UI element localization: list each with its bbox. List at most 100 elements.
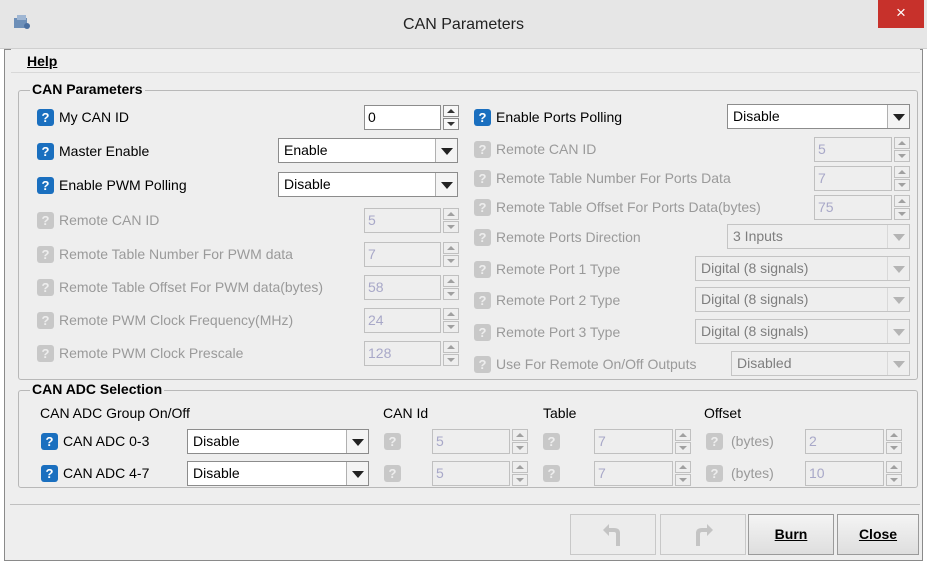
spinner-up-icon <box>886 429 902 441</box>
adc-row-bytes-label: (bytes) <box>731 433 774 449</box>
close-button[interactable]: Close <box>837 514 919 555</box>
ports-remote-offset-label: Remote Table Offset For Ports Data(bytes… <box>496 199 761 215</box>
enable-pwm-polling-select[interactable]: Disable <box>278 172 458 197</box>
help-icon[interactable]: ? <box>41 465 58 482</box>
help-icon: ? <box>474 324 491 341</box>
pwm-clock-prescale-label: Remote PWM Clock Prescale <box>59 345 244 361</box>
spinner-up-icon <box>512 429 528 441</box>
ports-remote-table-label: Remote Table Number For Ports Data <box>496 170 731 186</box>
my-can-id-spinner[interactable]: 0 <box>364 105 459 130</box>
port3-type-select: Digital (8 signals) <box>695 319 910 344</box>
ports-remote-table-field: 7 <box>814 166 892 191</box>
spinner-up-icon <box>443 308 459 320</box>
pwm-clock-freq-field: 24 <box>364 308 441 333</box>
help-icon: ? <box>37 279 54 296</box>
ports-remote-can-id-spinner: 5 <box>814 137 910 162</box>
spinner-up-icon <box>675 461 691 473</box>
enable-pwm-polling-label: Enable PWM Polling <box>59 177 187 193</box>
enable-ports-polling-value: Disable <box>733 108 780 124</box>
port3-type-value: Digital (8 signals) <box>701 323 809 339</box>
pwm-remote-can-id-spinner: 5 <box>364 208 459 233</box>
port2-type-value: Digital (8 signals) <box>701 291 809 307</box>
pwm-remote-can-id-label: Remote CAN ID <box>59 212 160 228</box>
adc-row-bytes-label: (bytes) <box>731 465 774 481</box>
ports-direction-value: 3 Inputs <box>733 228 783 244</box>
adc-row-onoff-value: Disable <box>193 433 240 449</box>
redo-button <box>660 514 746 555</box>
dropdown-arrow-icon[interactable] <box>887 105 909 128</box>
master-enable-select[interactable]: Enable <box>278 138 458 163</box>
title-bar: CAN Parameters × <box>0 0 927 49</box>
pwm-remote-table-field: 7 <box>364 242 441 267</box>
pwm-clock-freq-spinner: 24 <box>364 308 459 333</box>
help-icon: ? <box>706 465 723 482</box>
port1-type-value: Digital (8 signals) <box>701 260 809 276</box>
help-icon[interactable]: ? <box>37 109 54 126</box>
spinner-down-icon <box>894 208 910 220</box>
help-icon: ? <box>37 345 54 362</box>
dropdown-arrow-icon <box>887 352 909 375</box>
port3-type-label: Remote Port 3 Type <box>496 324 621 340</box>
pwm-remote-offset-label: Remote Table Offset For PWM data(bytes) <box>59 279 324 295</box>
spinner-down-icon <box>894 179 910 191</box>
dropdown-arrow-icon[interactable] <box>346 462 368 485</box>
dropdown-arrow-icon[interactable] <box>435 139 457 162</box>
spinner-down-icon <box>894 150 910 162</box>
help-icon: ? <box>474 261 491 278</box>
spinner-down-icon <box>443 354 459 366</box>
spinner-down-icon <box>886 474 902 486</box>
help-icon: ? <box>474 141 491 158</box>
spinner-down-icon[interactable] <box>443 118 459 130</box>
adc-row-label: CAN ADC 0-3 <box>63 433 150 449</box>
redo-icon <box>696 524 713 546</box>
remote-onoff-select: Disabled <box>731 351 910 376</box>
adc-row-can-id-spinner: 5 <box>432 429 528 454</box>
spinner-up-icon[interactable] <box>443 105 459 117</box>
help-icon: ? <box>474 356 491 373</box>
spinner-up-icon <box>894 166 910 178</box>
help-icon[interactable]: ? <box>37 177 54 194</box>
enable-ports-polling-label: Enable Ports Polling <box>496 109 623 125</box>
dropdown-arrow-icon[interactable] <box>435 173 457 196</box>
close-window-button[interactable]: × <box>878 0 924 28</box>
help-icon[interactable]: ? <box>41 433 58 450</box>
remote-onoff-label: Use For Remote On/Off Outputs <box>496 356 697 372</box>
spinner-up-icon <box>443 341 459 353</box>
pwm-remote-table-spinner: 7 <box>364 242 459 267</box>
help-icon: ? <box>474 229 491 246</box>
dropdown-arrow-icon[interactable] <box>346 430 368 453</box>
adc-row-onoff-select[interactable]: Disable <box>187 461 369 486</box>
ports-remote-table-spinner: 7 <box>814 166 910 191</box>
adc-row-offset-spinner: 10 <box>805 461 902 486</box>
can-adc-legend: CAN ADC Selection <box>30 381 165 397</box>
help-icon[interactable]: ? <box>474 109 491 126</box>
enable-ports-polling-select[interactable]: Disable <box>727 104 910 129</box>
help-icon[interactable]: ? <box>37 143 54 160</box>
pwm-clock-freq-label: Remote PWM Clock Frequency(MHz) <box>59 312 294 328</box>
my-can-id-field[interactable]: 0 <box>364 105 441 130</box>
close-button-label: Close <box>858 526 898 542</box>
adc-row-table-field: 7 <box>594 429 673 454</box>
help-icon: ? <box>543 465 560 482</box>
spinner-down-icon <box>675 474 691 486</box>
adc-row-table-spinner: 7 <box>594 461 691 486</box>
burn-button[interactable]: Burn <box>748 514 834 555</box>
button-bar-separator <box>10 504 920 505</box>
pwm-clock-prescale-spinner: 128 <box>364 341 459 366</box>
help-icon: ? <box>37 246 54 263</box>
dropdown-arrow-icon <box>887 225 909 248</box>
menu-bar <box>11 49 920 73</box>
ports-remote-can-id-field: 5 <box>814 137 892 162</box>
adc-table-header: Table <box>543 405 577 421</box>
pwm-clock-prescale-field: 128 <box>364 341 441 366</box>
spinner-up-icon <box>675 429 691 441</box>
ports-remote-offset-field: 75 <box>814 195 892 220</box>
adc-row-onoff-select[interactable]: Disable <box>187 429 369 454</box>
spinner-up-icon <box>894 137 910 149</box>
adc-row-table-field: 7 <box>594 461 673 486</box>
window-title: CAN Parameters <box>403 16 524 33</box>
port1-type-select: Digital (8 signals) <box>695 256 910 281</box>
spinner-up-icon <box>886 461 902 473</box>
adc-row-label: CAN ADC 4-7 <box>63 465 150 481</box>
menu-help[interactable]: Help <box>27 53 57 69</box>
